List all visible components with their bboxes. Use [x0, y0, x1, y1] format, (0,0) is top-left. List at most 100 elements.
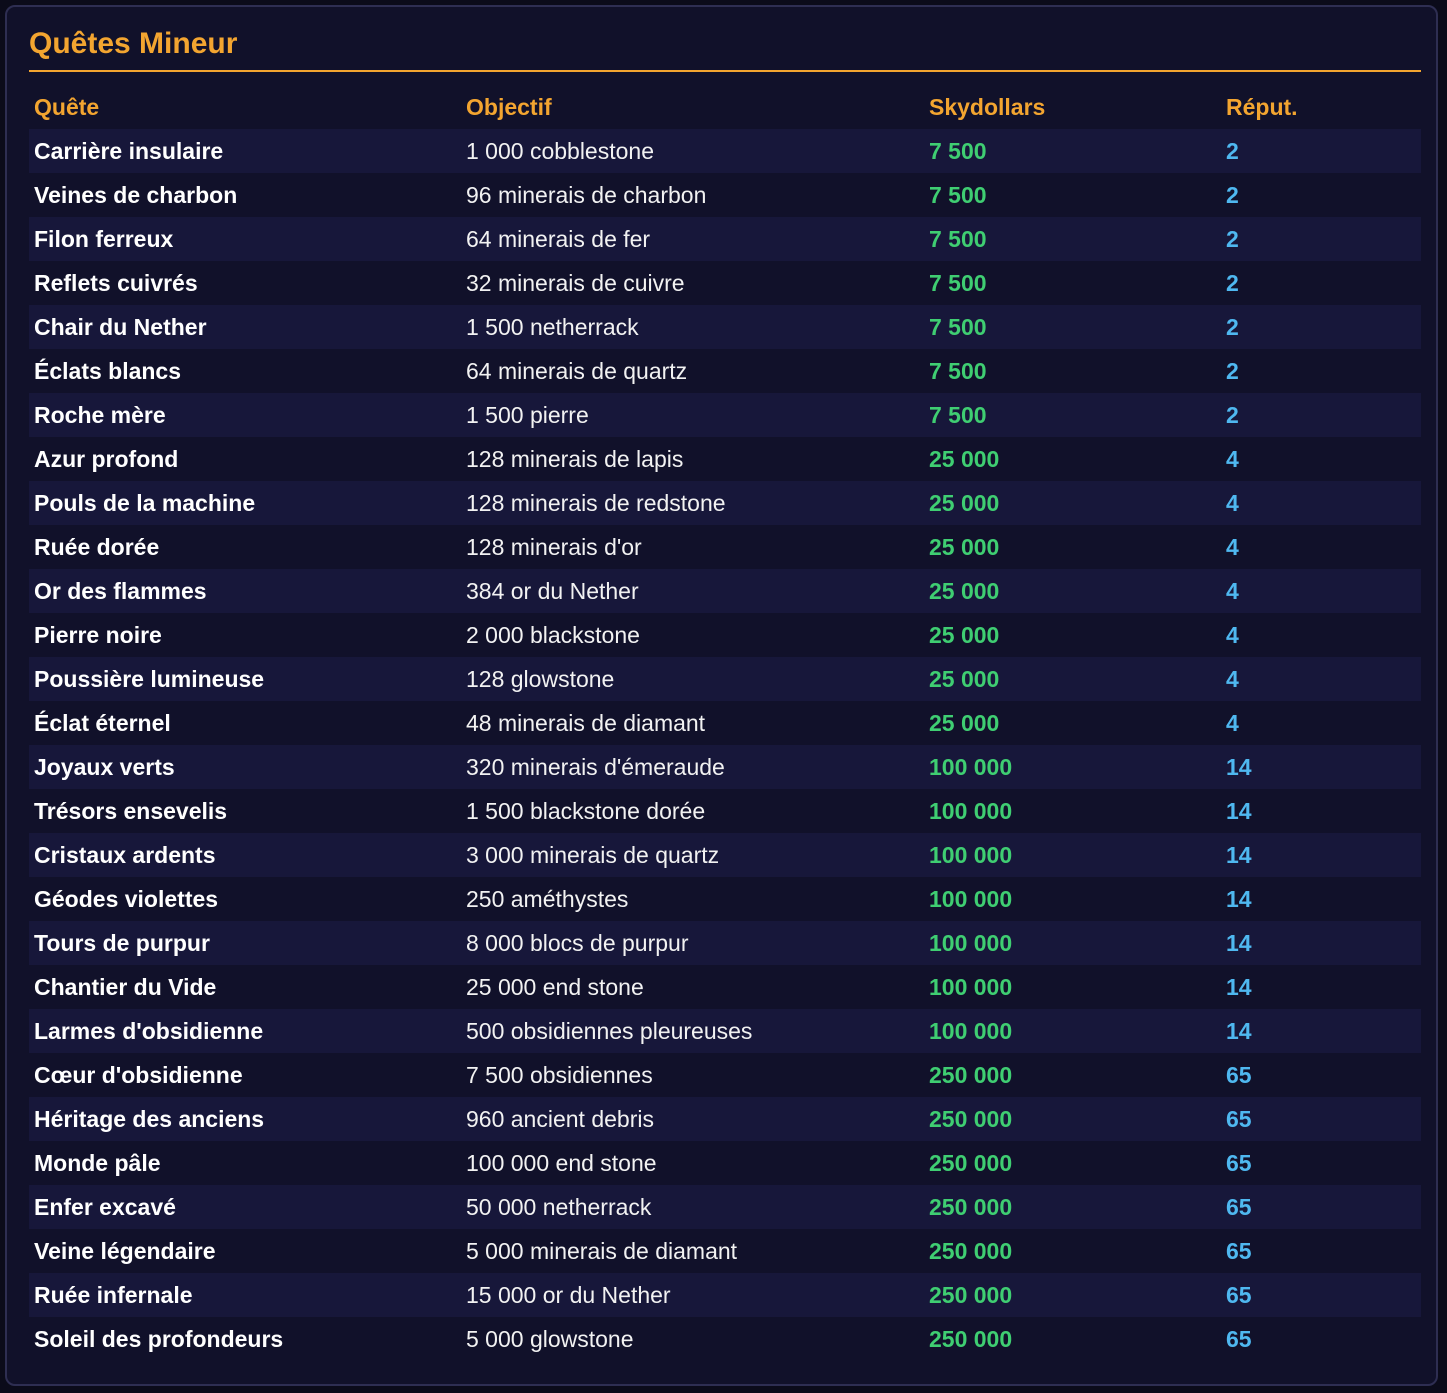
quest-objective: 5 000 glowstone: [466, 1325, 634, 1352]
quest-name: Ruée infernale: [34, 1281, 193, 1308]
table-row: Azur profond 128 minerais de lapis 25 000 4: [29, 437, 1421, 481]
quest-objective: 2 000 blackstone: [466, 621, 640, 648]
quest-skydollars: 25 000: [929, 665, 1000, 692]
quest-name: Enfer excavé: [34, 1193, 176, 1220]
quest-name: Pouls de la machine: [34, 489, 256, 516]
quest-objective: 128 glowstone: [466, 665, 615, 692]
quest-objective: 48 minerais de diamant: [466, 709, 706, 736]
quest-skydollars: 7 500: [929, 269, 987, 296]
table-row: Pouls de la machine 128 minerais de redst…: [29, 481, 1421, 525]
quest-skydollars: 25 000: [929, 577, 1000, 604]
quest-name: Roche mère: [34, 401, 166, 428]
quest-name: Éclats blancs: [34, 357, 182, 384]
quest-name: Ruée dorée: [34, 533, 160, 560]
table-row: Pierre noire 2 000 blackstone 25 000 4: [29, 613, 1421, 657]
quest-objective: 1 500 pierre: [466, 401, 589, 428]
quest-skydollars: 25 000: [929, 533, 1000, 560]
quest-name: Tours de purpur: [34, 929, 210, 956]
table-row: Ruée dorée 128 minerais d'or 25 000 4: [29, 525, 1421, 569]
table-row: Roche mère 1 500 pierre 7 500 2: [29, 393, 1421, 437]
quest-name: Géodes violettes: [34, 885, 219, 912]
quest-name: Chantier du Vide: [34, 973, 217, 1000]
quest-reputation: 14: [1226, 1017, 1252, 1044]
quest-name: Filon ferreux: [34, 225, 174, 252]
quest-objective: 128 minerais de redstone: [466, 489, 726, 516]
quest-name: Pierre noire: [34, 621, 162, 648]
quest-skydollars: 250 000: [929, 1237, 1013, 1264]
quest-name: Poussière lumineuse: [34, 665, 265, 692]
table-header-row: Quête Objectif Skydollars Réput.: [29, 85, 1421, 129]
quest-skydollars: 250 000: [929, 1281, 1013, 1308]
quest-objective: 100 000 end stone: [466, 1149, 657, 1176]
table-row: Carrière insulaire 1 000 cobblestone 7 500…: [29, 129, 1421, 173]
quest-objective: 64 minerais de fer: [466, 225, 651, 252]
quest-name: Chair du Nether: [34, 313, 207, 340]
table-row: Géodes violettes 250 améthystes 100 000 14: [29, 877, 1421, 921]
panel-title: Quêtes Mineur: [29, 27, 238, 60]
quest-reputation: 14: [1226, 929, 1252, 956]
table-row: Or des flammes 384 or du Nether 25 000 4: [29, 569, 1421, 613]
quest-objective: 250 améthystes: [466, 885, 629, 912]
quest-reputation: 14: [1226, 797, 1252, 824]
quest-reputation: 2: [1226, 357, 1239, 384]
quest-skydollars: 25 000: [929, 489, 1000, 516]
quest-objective: 96 minerais de charbon: [466, 181, 707, 208]
quest-name: Veine légendaire: [34, 1237, 216, 1264]
quest-name: Joyaux verts: [34, 753, 175, 780]
table-row: Soleil des profondeurs 5 000 glowstone 250…: [29, 1317, 1421, 1361]
header-skydollars: Skydollars: [929, 93, 1046, 120]
quest-skydollars: 100 000: [929, 841, 1013, 868]
quest-skydollars: 7 500: [929, 357, 987, 384]
quest-name: Veines de charbon: [34, 181, 238, 208]
table-row: Filon ferreux 64 minerais de fer 7 500 2: [29, 217, 1421, 261]
quest-skydollars: 25 000: [929, 709, 1000, 736]
quest-name: Reflets cuivrés: [34, 269, 198, 296]
table-row: Cristaux ardents 3 000 minerais de quartz…: [29, 833, 1421, 877]
quest-objective: 1 000 cobblestone: [466, 137, 654, 164]
quest-reputation: 2: [1226, 401, 1239, 428]
quest-skydollars: 100 000: [929, 797, 1013, 824]
quest-skydollars: 7 500: [929, 401, 987, 428]
quest-objective: 32 minerais de cuivre: [466, 269, 685, 296]
header-objective: Objectif: [466, 93, 552, 120]
quest-objective: 64 minerais de quartz: [466, 357, 688, 384]
quest-skydollars: 7 500: [929, 181, 987, 208]
quest-name: Éclat éternel: [34, 709, 171, 736]
quest-reputation: 2: [1226, 181, 1239, 208]
quest-skydollars: 7 500: [929, 225, 987, 252]
quest-objective: 8 000 blocs de purpur: [466, 929, 689, 956]
quest-skydollars: 25 000: [929, 621, 1000, 648]
quest-skydollars: 250 000: [929, 1325, 1013, 1352]
quest-objective: 960 ancient debris: [466, 1105, 654, 1132]
quest-reputation: 4: [1226, 709, 1239, 736]
quest-skydollars: 100 000: [929, 885, 1013, 912]
quest-reputation: 65: [1226, 1061, 1252, 1088]
quest-reputation: 14: [1226, 885, 1252, 912]
table-row: Monde pâle 100 000 end stone 250 000 65: [29, 1141, 1421, 1185]
quest-reputation: 4: [1226, 445, 1239, 472]
header-reputation: Réput.: [1226, 93, 1298, 120]
table-row: Enfer excavé 50 000 netherrack 250 000 65: [29, 1185, 1421, 1229]
quest-name: Cristaux ardents: [34, 841, 216, 868]
table-row: Chantier du Vide 25 000 end stone 100 000 1…: [29, 965, 1421, 1009]
quest-skydollars: 100 000: [929, 753, 1013, 780]
quest-reputation: 4: [1226, 621, 1239, 648]
quest-skydollars: 25 000: [929, 445, 1000, 472]
quest-name: Or des flammes: [34, 577, 207, 604]
quest-skydollars: 100 000: [929, 973, 1013, 1000]
quest-reputation: 2: [1226, 269, 1239, 296]
quest-reputation: 65: [1226, 1325, 1252, 1352]
quest-objective: 500 obsidiennes pleureuses: [466, 1017, 753, 1044]
quest-objective: 15 000 or du Nether: [466, 1281, 671, 1308]
quest-name: Cœur d'obsidienne: [34, 1061, 243, 1088]
table-row: Trésors ensevelis 1 500 blackstone dorée 1…: [29, 789, 1421, 833]
table-row: Éclat éternel 48 minerais de diamant 25 00…: [29, 701, 1421, 745]
quest-reputation: 14: [1226, 841, 1252, 868]
quest-objective: 5 000 minerais de diamant: [466, 1237, 738, 1264]
quest-objective: 1 500 netherrack: [466, 313, 639, 340]
quest-objective: 7 500 obsidiennes: [466, 1061, 653, 1088]
quest-skydollars: 250 000: [929, 1193, 1013, 1220]
table-row: Ruée infernale 15 000 or du Nether 250 000…: [29, 1273, 1421, 1317]
quest-reputation: 4: [1226, 489, 1239, 516]
quest-reputation: 4: [1226, 665, 1239, 692]
